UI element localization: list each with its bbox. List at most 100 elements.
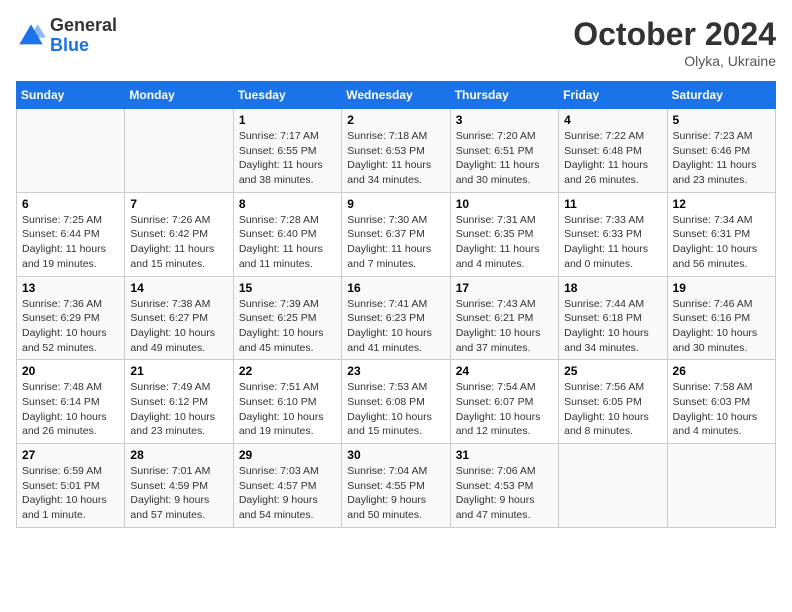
- day-info: Sunrise: 7:31 AM Sunset: 6:35 PM Dayligh…: [456, 213, 553, 272]
- day-info: Sunrise: 7:26 AM Sunset: 6:42 PM Dayligh…: [130, 213, 227, 272]
- calendar-cell: 27 Sunrise: 6:59 AM Sunset: 5:01 PM Dayli…: [17, 444, 125, 528]
- day-info: Sunrise: 7:33 AM Sunset: 6:33 PM Dayligh…: [564, 213, 661, 272]
- calendar-cell: 3 Sunrise: 7:20 AM Sunset: 6:51 PM Daylig…: [450, 109, 558, 193]
- calendar-cell: 5 Sunrise: 7:23 AM Sunset: 6:46 PM Daylig…: [667, 109, 775, 193]
- day-info: Sunrise: 7:18 AM Sunset: 6:53 PM Dayligh…: [347, 129, 444, 188]
- calendar-week-row: 27 Sunrise: 6:59 AM Sunset: 5:01 PM Dayli…: [17, 444, 776, 528]
- calendar-cell: 22 Sunrise: 7:51 AM Sunset: 6:10 PM Dayli…: [233, 360, 341, 444]
- day-number: 14: [130, 281, 227, 295]
- day-info: Sunrise: 7:56 AM Sunset: 6:05 PM Dayligh…: [564, 380, 661, 439]
- calendar-cell: 15Sunrise: 7:39 AM Sunset: 6:25 PM Dayli…: [233, 276, 341, 360]
- calendar-cell: 17 Sunrise: 7:43 AM Sunset: 6:21 PM Dayli…: [450, 276, 558, 360]
- day-info: Sunrise: 7:48 AM Sunset: 6:14 PM Dayligh…: [22, 380, 119, 439]
- day-info: Sunrise: 7:38 AM Sunset: 6:27 PM Dayligh…: [130, 297, 227, 356]
- calendar-cell: [125, 109, 233, 193]
- calendar-cell: 31Sunrise: 7:06 AM Sunset: 4:53 PM Dayli…: [450, 444, 558, 528]
- calendar-cell: 20 Sunrise: 7:48 AM Sunset: 6:14 PM Dayli…: [17, 360, 125, 444]
- day-number: 10: [456, 197, 553, 211]
- day-info: Sunrise: 7:43 AM Sunset: 6:21 PM Dayligh…: [456, 297, 553, 356]
- page-header: General Blue October 2024 Olyka, Ukraine: [16, 16, 776, 69]
- day-number: 30: [347, 448, 444, 462]
- day-number: 24: [456, 364, 553, 378]
- calendar-week-row: 13 Sunrise: 7:36 AM Sunset: 6:29 PM Dayli…: [17, 276, 776, 360]
- calendar-cell: 19Sunrise: 7:46 AM Sunset: 6:16 PM Dayli…: [667, 276, 775, 360]
- calendar-cell: 12 Sunrise: 7:34 AM Sunset: 6:31 PM Dayli…: [667, 192, 775, 276]
- day-number: 1: [239, 113, 336, 127]
- day-number: 28: [130, 448, 227, 462]
- weekday-header: Thursday: [450, 82, 558, 109]
- day-info: Sunrise: 7:34 AM Sunset: 6:31 PM Dayligh…: [673, 213, 770, 272]
- day-number: 29: [239, 448, 336, 462]
- day-number: 16: [347, 281, 444, 295]
- calendar-cell: 10 Sunrise: 7:31 AM Sunset: 6:35 PM Dayli…: [450, 192, 558, 276]
- calendar-cell: 30 Sunrise: 7:04 AM Sunset: 4:55 PM Dayli…: [342, 444, 450, 528]
- logo: General Blue: [16, 16, 117, 56]
- day-info: Sunrise: 7:04 AM Sunset: 4:55 PM Dayligh…: [347, 464, 444, 523]
- day-info: Sunrise: 7:17 AM Sunset: 6:55 PM Dayligh…: [239, 129, 336, 188]
- weekday-header: Saturday: [667, 82, 775, 109]
- day-number: 25: [564, 364, 661, 378]
- day-info: Sunrise: 6:59 AM Sunset: 5:01 PM Dayligh…: [22, 464, 119, 523]
- day-info: Sunrise: 7:01 AM Sunset: 4:59 PM Dayligh…: [130, 464, 227, 523]
- day-info: Sunrise: 7:53 AM Sunset: 6:08 PM Dayligh…: [347, 380, 444, 439]
- calendar-cell: 2 Sunrise: 7:18 AM Sunset: 6:53 PM Daylig…: [342, 109, 450, 193]
- calendar-cell: 25 Sunrise: 7:56 AM Sunset: 6:05 PM Dayli…: [559, 360, 667, 444]
- calendar-cell: 28 Sunrise: 7:01 AM Sunset: 4:59 PM Dayli…: [125, 444, 233, 528]
- calendar-cell: 29Sunrise: 7:03 AM Sunset: 4:57 PM Dayli…: [233, 444, 341, 528]
- day-number: 13: [22, 281, 119, 295]
- calendar-cell: 16 Sunrise: 7:41 AM Sunset: 6:23 PM Dayli…: [342, 276, 450, 360]
- day-number: 5: [673, 113, 770, 127]
- day-number: 7: [130, 197, 227, 211]
- day-info: Sunrise: 7:23 AM Sunset: 6:46 PM Dayligh…: [673, 129, 770, 188]
- calendar-cell: [667, 444, 775, 528]
- day-info: Sunrise: 7:22 AM Sunset: 6:48 PM Dayligh…: [564, 129, 661, 188]
- logo-text-general: General: [50, 15, 117, 35]
- calendar-cell: 11 Sunrise: 7:33 AM Sunset: 6:33 PM Dayli…: [559, 192, 667, 276]
- calendar-cell: 4 Sunrise: 7:22 AM Sunset: 6:48 PM Daylig…: [559, 109, 667, 193]
- day-number: 8: [239, 197, 336, 211]
- day-number: 12: [673, 197, 770, 211]
- weekday-header-row: SundayMondayTuesdayWednesdayThursdayFrid…: [17, 82, 776, 109]
- day-number: 4: [564, 113, 661, 127]
- day-info: Sunrise: 7:28 AM Sunset: 6:40 PM Dayligh…: [239, 213, 336, 272]
- day-info: Sunrise: 7:46 AM Sunset: 6:16 PM Dayligh…: [673, 297, 770, 356]
- day-number: 11: [564, 197, 661, 211]
- calendar-week-row: 1 Sunrise: 7:17 AM Sunset: 6:55 PM Daylig…: [17, 109, 776, 193]
- day-number: 3: [456, 113, 553, 127]
- calendar-cell: 8 Sunrise: 7:28 AM Sunset: 6:40 PM Daylig…: [233, 192, 341, 276]
- month-title: October 2024: [573, 16, 776, 53]
- day-info: Sunrise: 7:51 AM Sunset: 6:10 PM Dayligh…: [239, 380, 336, 439]
- weekday-header: Sunday: [17, 82, 125, 109]
- day-info: Sunrise: 7:36 AM Sunset: 6:29 PM Dayligh…: [22, 297, 119, 356]
- calendar-cell: 21 Sunrise: 7:49 AM Sunset: 6:12 PM Dayli…: [125, 360, 233, 444]
- day-info: Sunrise: 7:20 AM Sunset: 6:51 PM Dayligh…: [456, 129, 553, 188]
- weekday-header: Tuesday: [233, 82, 341, 109]
- calendar-cell: 26Sunrise: 7:58 AM Sunset: 6:03 PM Dayli…: [667, 360, 775, 444]
- weekday-header: Friday: [559, 82, 667, 109]
- calendar-cell: 13 Sunrise: 7:36 AM Sunset: 6:29 PM Dayli…: [17, 276, 125, 360]
- day-number: 18: [564, 281, 661, 295]
- day-number: 27: [22, 448, 119, 462]
- day-info: Sunrise: 7:30 AM Sunset: 6:37 PM Dayligh…: [347, 213, 444, 272]
- day-number: 15: [239, 281, 336, 295]
- day-number: 21: [130, 364, 227, 378]
- day-info: Sunrise: 7:49 AM Sunset: 6:12 PM Dayligh…: [130, 380, 227, 439]
- calendar-week-row: 6Sunrise: 7:25 AM Sunset: 6:44 PM Daylig…: [17, 192, 776, 276]
- calendar-cell: [17, 109, 125, 193]
- day-number: 26: [673, 364, 770, 378]
- day-number: 22: [239, 364, 336, 378]
- day-number: 17: [456, 281, 553, 295]
- calendar-cell: 18Sunrise: 7:44 AM Sunset: 6:18 PM Dayli…: [559, 276, 667, 360]
- day-number: 9: [347, 197, 444, 211]
- logo-text-blue: Blue: [50, 35, 89, 55]
- day-info: Sunrise: 7:06 AM Sunset: 4:53 PM Dayligh…: [456, 464, 553, 523]
- calendar-cell: 1 Sunrise: 7:17 AM Sunset: 6:55 PM Daylig…: [233, 109, 341, 193]
- calendar-cell: 6Sunrise: 7:25 AM Sunset: 6:44 PM Daylig…: [17, 192, 125, 276]
- day-number: 20: [22, 364, 119, 378]
- calendar-cell: [559, 444, 667, 528]
- weekday-header: Wednesday: [342, 82, 450, 109]
- day-number: 2: [347, 113, 444, 127]
- day-info: Sunrise: 7:41 AM Sunset: 6:23 PM Dayligh…: [347, 297, 444, 356]
- calendar-cell: 14 Sunrise: 7:38 AM Sunset: 6:27 PM Dayli…: [125, 276, 233, 360]
- location: Olyka, Ukraine: [573, 53, 776, 69]
